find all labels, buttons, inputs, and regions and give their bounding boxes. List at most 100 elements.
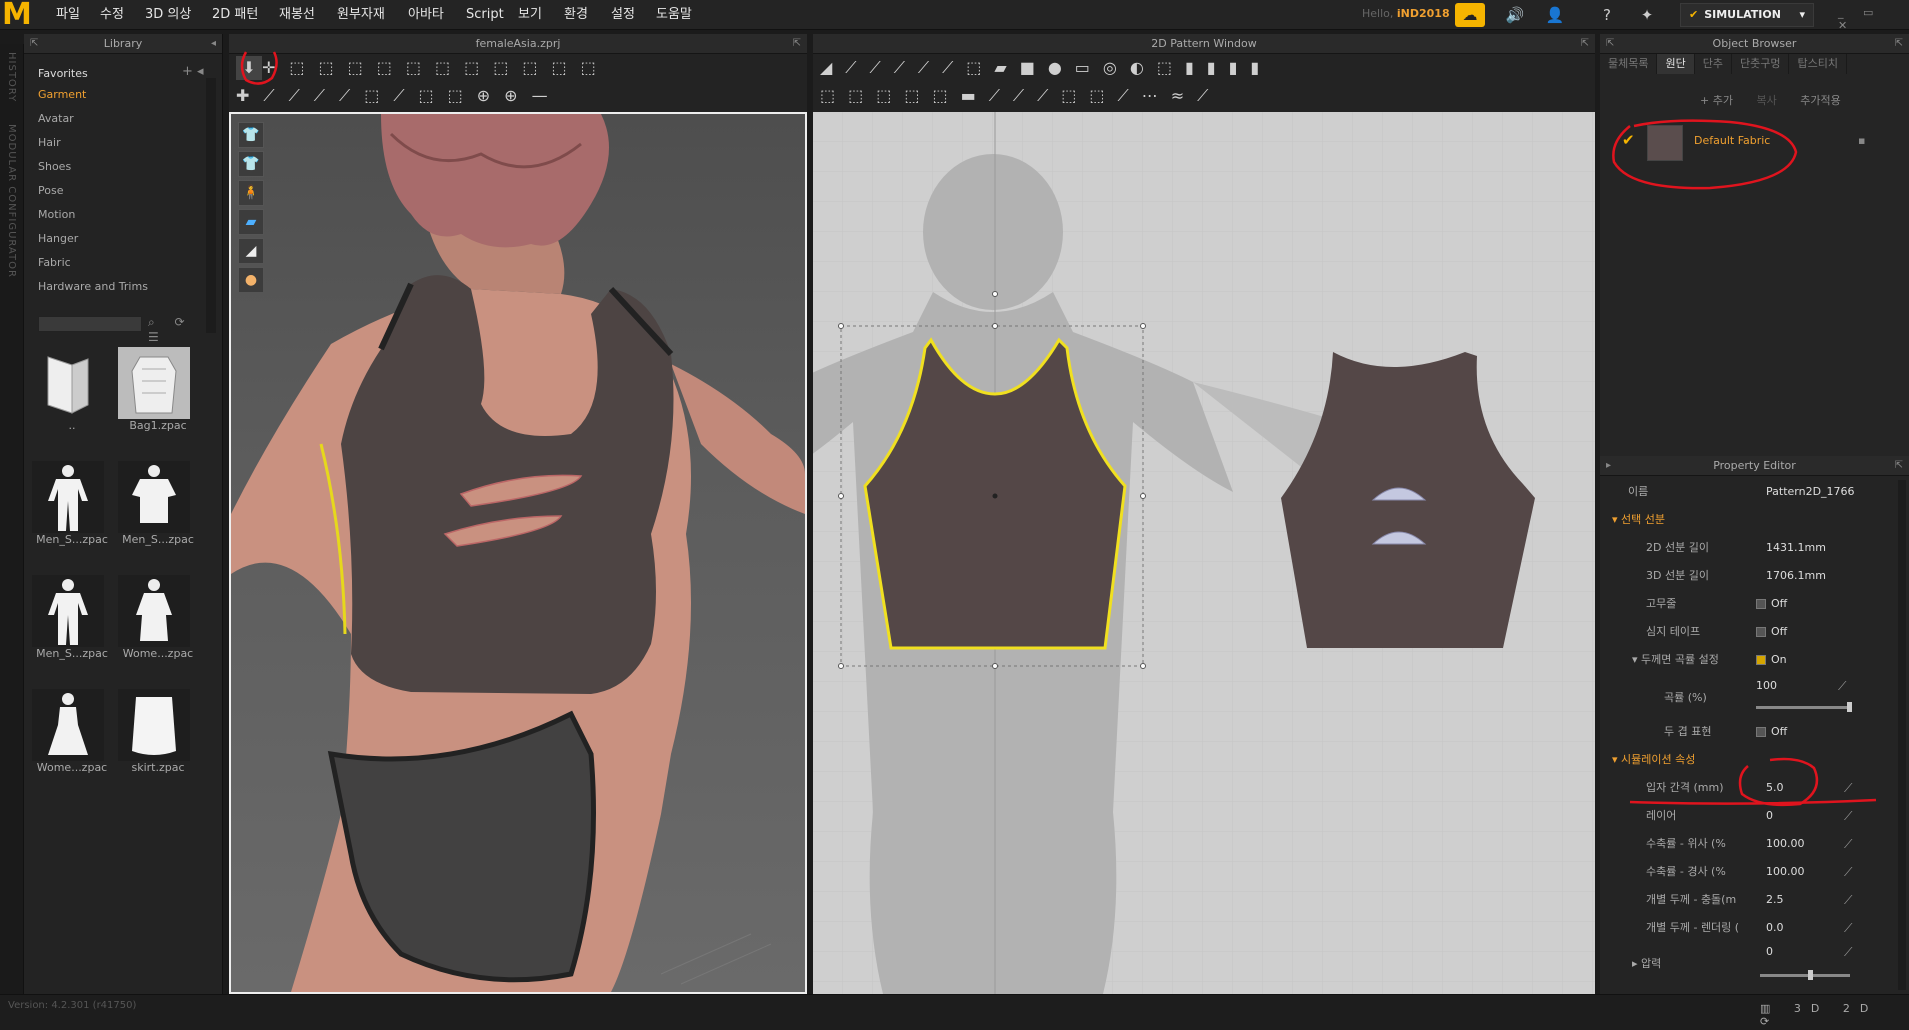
edit-icon[interactable]: ⟋ (1838, 672, 1846, 700)
section-selected-line[interactable]: ▾ 선택 선분 (1600, 506, 1895, 534)
3d-only-icon[interactable]: 3D (1794, 1002, 1829, 1015)
menu-2d-pattern[interactable]: 2D 패턴 (208, 0, 262, 30)
render-icon[interactable]: ◢ (238, 238, 264, 264)
library-item-hanger[interactable]: Hanger (38, 232, 78, 245)
menu-edit[interactable]: 수정 (96, 0, 128, 30)
pressure-slider[interactable] (1760, 970, 1850, 980)
file-thumb-women-dress-2[interactable]: Wome...zpac (32, 689, 112, 774)
menu-settings[interactable]: 설정 (607, 0, 639, 30)
menu-sewing[interactable]: 재봉선 (275, 0, 319, 30)
menu-materials[interactable]: 원부자재 (333, 0, 389, 30)
library-item-hair[interactable]: Hair (38, 136, 61, 149)
add-fabric-button[interactable]: + 추가 (1700, 94, 1733, 107)
app-logo[interactable]: M (2, 0, 38, 30)
file-thumb-men-shirt[interactable]: Men_S...zpac (118, 461, 198, 546)
file-thumb-skirt[interactable]: skirt.zpac (118, 689, 198, 774)
avatar-view-icon[interactable]: 🧍 (238, 180, 264, 206)
file-thumb-folder[interactable]: .. (32, 347, 112, 432)
user-icon[interactable]: 👤 (1540, 3, 1570, 27)
library-item-fabric[interactable]: Fabric (38, 256, 71, 269)
fabric-options-icon[interactable]: ▪ (1858, 134, 1865, 147)
library-item-hardware[interactable]: Hardware and Trims (38, 280, 148, 293)
slider-thumb[interactable] (1847, 702, 1852, 712)
library-scrollbar[interactable] (206, 78, 216, 333)
edit-icon[interactable]: ⟋ (1844, 830, 1852, 858)
2d-toolbar-row-1[interactable]: ◢⟋⟋⟋⟋⟋⬚▰■●▭◎◐⬚▮▮▮▮ (820, 56, 1272, 80)
undock-icon[interactable]: ⇱ (30, 34, 38, 54)
edit-icon[interactable]: ⟋ (1844, 858, 1852, 886)
copy-fabric-button[interactable]: 복사 (1756, 94, 1776, 107)
undock-icon[interactable]: ⇱ (1606, 34, 1614, 54)
undock-icon[interactable]: ⇱ (1581, 34, 1589, 54)
library-item-avatar[interactable]: Avatar (38, 112, 74, 125)
3d-toolbar-row-2[interactable]: ✚⟋⟋⟋⟋⬚⟋⬚⬚⊕⊕— (236, 84, 562, 108)
favorites-heading: Favorites (38, 67, 88, 80)
library-item-garment[interactable]: Garment (38, 88, 86, 101)
file-thumb-women-dress-1[interactable]: Wome...zpac (118, 575, 198, 660)
modular-configurator-tab[interactable]: MODULAR CONFIGURATOR (6, 124, 17, 278)
annotation-mark (1629, 757, 1877, 807)
menu-3d-garment[interactable]: 3D 의상 (141, 0, 195, 30)
menu-environment[interactable]: 환경 (560, 0, 592, 30)
file-thumb-bag[interactable]: Bag1.zpac (118, 347, 198, 432)
help-icon[interactable]: ? (1592, 3, 1622, 27)
checkbox[interactable] (1756, 627, 1766, 637)
pattern-name-value[interactable]: Pattern2D_1766 (1766, 478, 1855, 506)
menu-help[interactable]: 도움말 (652, 0, 696, 30)
garment-display-icon[interactable]: 👕 (238, 151, 264, 177)
undock-icon[interactable]: ⇱ (1895, 34, 1903, 54)
checkbox[interactable] (1756, 655, 1766, 665)
window-controls[interactable]: _ ▭ ✕ (1838, 6, 1909, 32)
favorites-actions[interactable]: + ◂ (182, 64, 204, 79)
menu-avatar[interactable]: 아바타 (404, 0, 448, 30)
mode-check-icon: ✔ (1689, 8, 1699, 21)
2d-only-icon[interactable]: 2D (1843, 1002, 1878, 1015)
3d-toolbar-row-1[interactable]: ⬇ ✛⬚⬚⬚⬚⬚⬚⬚⬚⬚⬚⬚ (236, 56, 610, 80)
tab-topstitch[interactable]: 탑스티치 (1789, 54, 1847, 74)
view-mode-buttons[interactable]: ▥ 3D 2D ⟳ (1760, 1002, 1909, 1028)
3d-viewport[interactable] (229, 112, 807, 994)
library-item-shoes[interactable]: Shoes (38, 160, 71, 173)
library-search-icons[interactable]: ⌕ ⟳ ☰ (148, 315, 222, 344)
property-scrollbar[interactable] (1898, 480, 1906, 990)
file-thumb-men-suit-1[interactable]: Men_S...zpac (32, 461, 112, 546)
pin-icon[interactable]: ◂ (211, 34, 216, 54)
curvature-slider[interactable] (1756, 702, 1852, 712)
file-thumb-men-suit-2[interactable]: Men_S...zpac (32, 575, 112, 660)
gift-icon[interactable]: ✦ (1632, 3, 1662, 27)
texture-icon[interactable]: ▰ (238, 209, 264, 235)
prop-row-elastic[interactable]: 고무줄 Off (1600, 590, 1895, 618)
tab-object-list[interactable]: 물체목록 (1600, 54, 1658, 74)
checkbox[interactable] (1756, 599, 1766, 609)
menu-script[interactable]: Script (462, 0, 508, 30)
undock-icon[interactable]: ⇱ (793, 34, 801, 54)
collapse-icon[interactable]: ▸ (1606, 456, 1611, 476)
tab-buttonhole[interactable]: 단춧구멍 (1732, 54, 1790, 74)
history-tab[interactable]: HISTORY (6, 52, 17, 102)
mode-selector[interactable]: ✔ SIMULATION ▾ (1680, 3, 1814, 27)
menu-file[interactable]: 파일 (52, 0, 84, 30)
prop-row-double-layer[interactable]: 두 겹 표현 Off (1600, 718, 1895, 746)
2d-pattern-viewport[interactable] (813, 112, 1595, 994)
cloud-icon[interactable]: ☁ (1455, 3, 1485, 27)
slider-thumb[interactable] (1808, 970, 1813, 980)
library-search-input[interactable] (38, 316, 142, 332)
tab-fabric[interactable]: 원단 (1657, 54, 1695, 74)
undock-icon[interactable]: ⇱ (1895, 456, 1903, 476)
apply-fabric-button[interactable]: 추가적용 (1800, 94, 1840, 107)
avatar-skin-icon[interactable]: ● (238, 267, 264, 293)
checkbox[interactable] (1756, 727, 1766, 737)
library-item-pose[interactable]: Pose (38, 184, 63, 197)
prop-row-fusible-tape[interactable]: 심지 테이프 Off (1600, 618, 1895, 646)
speaker-icon[interactable]: 🔊 (1500, 3, 1530, 27)
split-view-icon[interactable]: ▥ (1760, 1002, 1780, 1015)
2d-toolbar-row-2[interactable]: ⬚⬚⬚⬚⬚▬⟋⟋⟋⬚⬚⟋⋯≈⟋ (820, 84, 1221, 108)
prop-row-curvature-toggle[interactable]: ▾ 두께면 곡률 설정 On (1600, 646, 1895, 674)
garment-view-icon[interactable]: 👕 (238, 122, 264, 148)
refresh-icon[interactable]: ⟳ (1760, 1015, 1779, 1028)
tab-button[interactable]: 단추 (1695, 54, 1732, 74)
library-item-motion[interactable]: Motion (38, 208, 75, 221)
menu-view[interactable]: 보기 (514, 0, 546, 30)
edit-icon[interactable]: ⟋ (1844, 886, 1852, 914)
edit-icon[interactable]: ⟋ (1844, 938, 1852, 966)
